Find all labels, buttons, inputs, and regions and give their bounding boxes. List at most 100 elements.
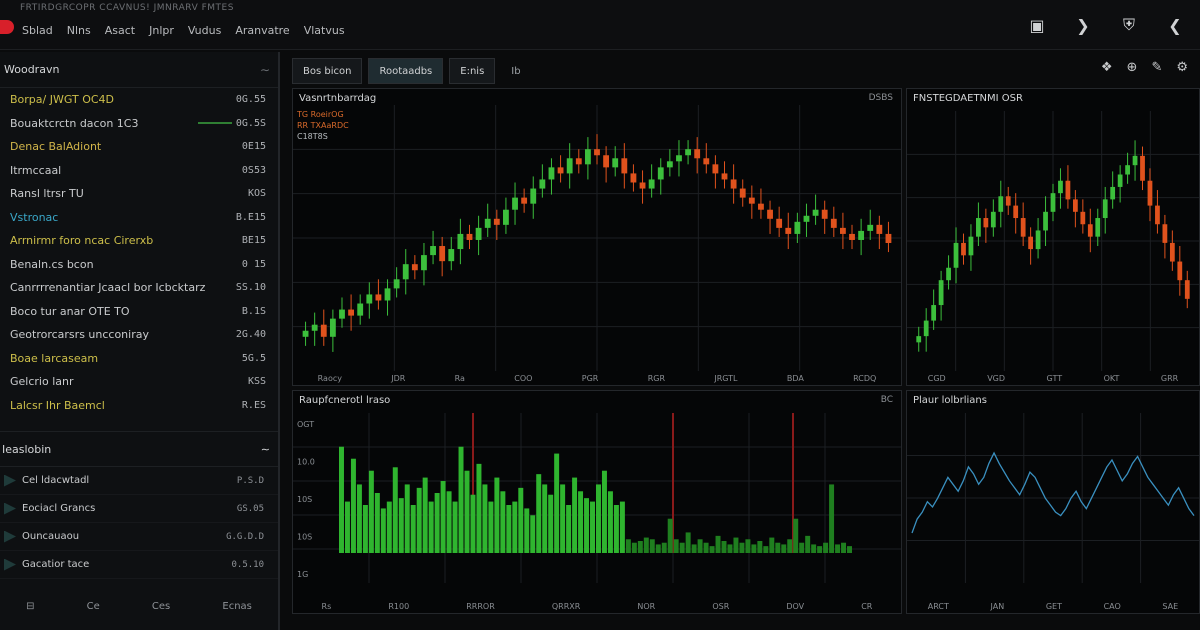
watchlist-value: 5G.5 bbox=[241, 352, 266, 364]
line-chart[interactable] bbox=[907, 413, 1199, 583]
mover-row[interactable]: Ouncauaou G.G.D.D bbox=[0, 523, 278, 551]
nav-item[interactable]: Jnlpr bbox=[149, 24, 174, 37]
x-tick-label: ARCT bbox=[927, 602, 949, 611]
volume-bar bbox=[763, 546, 769, 553]
share-icon[interactable]: ❮ bbox=[1164, 14, 1186, 36]
candle-body bbox=[1065, 180, 1071, 200]
candlestick-chart[interactable] bbox=[293, 105, 901, 371]
tab-item[interactable]: E:nis bbox=[449, 58, 496, 84]
volume-bar bbox=[775, 542, 781, 553]
volume-bar bbox=[727, 544, 733, 553]
crosshair-icon[interactable]: ❖ bbox=[1101, 60, 1113, 75]
candle-body bbox=[466, 233, 473, 240]
footer-item[interactable]: Ce bbox=[87, 601, 100, 612]
candle-body bbox=[676, 155, 682, 162]
app-logo[interactable] bbox=[0, 20, 14, 34]
candle-body bbox=[839, 227, 846, 234]
cart-icon[interactable]: ⛨ bbox=[1118, 14, 1140, 36]
footer-item[interactable]: Ecnas bbox=[222, 601, 252, 612]
bag-icon[interactable]: ▣ bbox=[1026, 14, 1048, 36]
sidebar: Woodravn ∼ Borpa/ JWGT OC4D 0G.55 Bouaktcr… bbox=[0, 52, 280, 630]
candle-body bbox=[584, 149, 591, 165]
watchlist-row[interactable]: Borpa/ JWGT OC4D 0G.55 bbox=[0, 88, 278, 112]
candle-body bbox=[1125, 165, 1130, 175]
volume-bar bbox=[697, 539, 703, 553]
zoom-icon[interactable]: ⊕ bbox=[1127, 60, 1138, 75]
watchlist-row[interactable]: Lalcsr Ihr Baemcl R.ES bbox=[0, 394, 278, 418]
footer-item[interactable]: ⊟ bbox=[26, 601, 34, 612]
nav-item[interactable]: Sblad bbox=[22, 24, 53, 37]
watchlist-row[interactable]: Ransl ltrsr TU KOS bbox=[0, 182, 278, 206]
volume-bar bbox=[506, 505, 512, 553]
bell-icon[interactable]: ❯ bbox=[1072, 14, 1094, 36]
nav-item[interactable]: Vlatvus bbox=[304, 24, 345, 37]
watchlist-row[interactable]: Arrnirmr foro ncac Cirerxb BE15 bbox=[0, 229, 278, 253]
mover-value: P.S.D bbox=[236, 475, 264, 486]
tab-item-active[interactable]: Rootaadbs bbox=[368, 58, 444, 84]
volume-bar bbox=[607, 491, 613, 553]
play-icon bbox=[4, 558, 16, 571]
candle-body bbox=[976, 218, 981, 237]
candle-body bbox=[1050, 193, 1056, 212]
sidebar-footer: ⊟ Ce Ces Ecnas bbox=[0, 601, 278, 612]
volume-bar bbox=[410, 505, 416, 553]
watchlist-symbol: Benaln.cs bcon bbox=[10, 257, 94, 271]
x-tick-label: CR bbox=[861, 602, 873, 611]
x-tick-label: RRROR bbox=[466, 602, 495, 611]
candlestick-chart[interactable] bbox=[907, 111, 1199, 371]
drawing-icon[interactable]: ✎ bbox=[1151, 60, 1162, 75]
watchlist-row[interactable]: Canrrrrenantiar Jcaacl bor Icbcktarz SS.1… bbox=[0, 276, 278, 300]
settings-icon[interactable]: ⚙ bbox=[1176, 60, 1188, 75]
watchlist-row[interactable]: Boco tur anar OTE TO B.1S bbox=[0, 300, 278, 324]
mover-label: Cel ldacwtadl bbox=[4, 474, 89, 487]
candle-body bbox=[721, 173, 728, 180]
watchlist-value: BE15 bbox=[241, 235, 266, 247]
x-axis: Rs R100 RRROR QRRXR NOR OSR DOV CR bbox=[293, 602, 901, 611]
candle-body bbox=[557, 167, 564, 174]
volume-bar bbox=[566, 505, 572, 553]
candle-body bbox=[666, 161, 673, 168]
mover-label: Ouncauaou bbox=[4, 530, 79, 543]
candle-body bbox=[953, 242, 959, 268]
watchlist-row[interactable]: Benaln.cs bcon 0 15 bbox=[0, 253, 278, 277]
candle-body bbox=[931, 305, 937, 321]
footer-item[interactable]: Ces bbox=[152, 601, 170, 612]
volume-chart[interactable]: OGT 10.0 10S 10S 1G bbox=[293, 413, 901, 583]
x-tick-label: OKT bbox=[1103, 374, 1120, 383]
mover-row[interactable]: Cel ldacwtadl P.S.D bbox=[0, 467, 278, 495]
mover-row[interactable]: Eociacl Grancs GS.05 bbox=[0, 495, 278, 523]
nav-item[interactable]: Nlns bbox=[67, 24, 91, 37]
nav-item[interactable]: Asact bbox=[105, 24, 135, 37]
candle-body bbox=[329, 318, 336, 337]
volume-bar bbox=[344, 501, 350, 553]
volume-bar bbox=[416, 487, 422, 553]
watchlist-row[interactable]: Geotrorcarsrs uncconiray 2G.40 bbox=[0, 323, 278, 347]
collapse-icon[interactable]: ∼ bbox=[260, 63, 270, 77]
nav-item[interactable]: Vudus bbox=[188, 24, 221, 37]
volume-bar bbox=[446, 491, 452, 553]
watchlist-row[interactable]: Vstronac B.E15 bbox=[0, 206, 278, 230]
candle-body bbox=[357, 303, 364, 316]
candle-body bbox=[876, 224, 883, 234]
collapse-icon[interactable]: ∼ bbox=[261, 443, 270, 456]
x-tick-label: OSR bbox=[712, 602, 730, 611]
play-icon bbox=[4, 474, 16, 487]
volume-bar bbox=[817, 546, 823, 553]
candle-body bbox=[694, 149, 701, 159]
volume-bar bbox=[793, 518, 799, 553]
volume-bar bbox=[434, 493, 440, 553]
tab-item[interactable]: Bos bicon bbox=[292, 58, 363, 84]
panel-control[interactable]: BC bbox=[881, 395, 893, 405]
candle-body bbox=[630, 173, 637, 183]
volume-bar bbox=[829, 484, 835, 553]
watchlist-row[interactable]: Gelcrio lanr KSS bbox=[0, 370, 278, 394]
volume-bar bbox=[350, 458, 356, 553]
mover-row[interactable]: Gacatior tace 0.5.10 bbox=[0, 551, 278, 579]
panel-control[interactable]: DSBS bbox=[869, 93, 893, 103]
watchlist-row[interactable]: Denac BalAdiont 0E15 bbox=[0, 135, 278, 159]
watchlist-row[interactable]: Bouaktcrctn dacon 1C3 0G.5S bbox=[0, 112, 278, 136]
side-chart-panel: FNSTEGDAETNMI OSR CGD VGD GTT OKT GRR bbox=[906, 88, 1200, 386]
nav-item[interactable]: Aranvatre bbox=[235, 24, 289, 37]
watchlist-row[interactable]: Itrmccaal 0S53 bbox=[0, 159, 278, 183]
watchlist-row[interactable]: Boae larcaseam 5G.5 bbox=[0, 347, 278, 371]
